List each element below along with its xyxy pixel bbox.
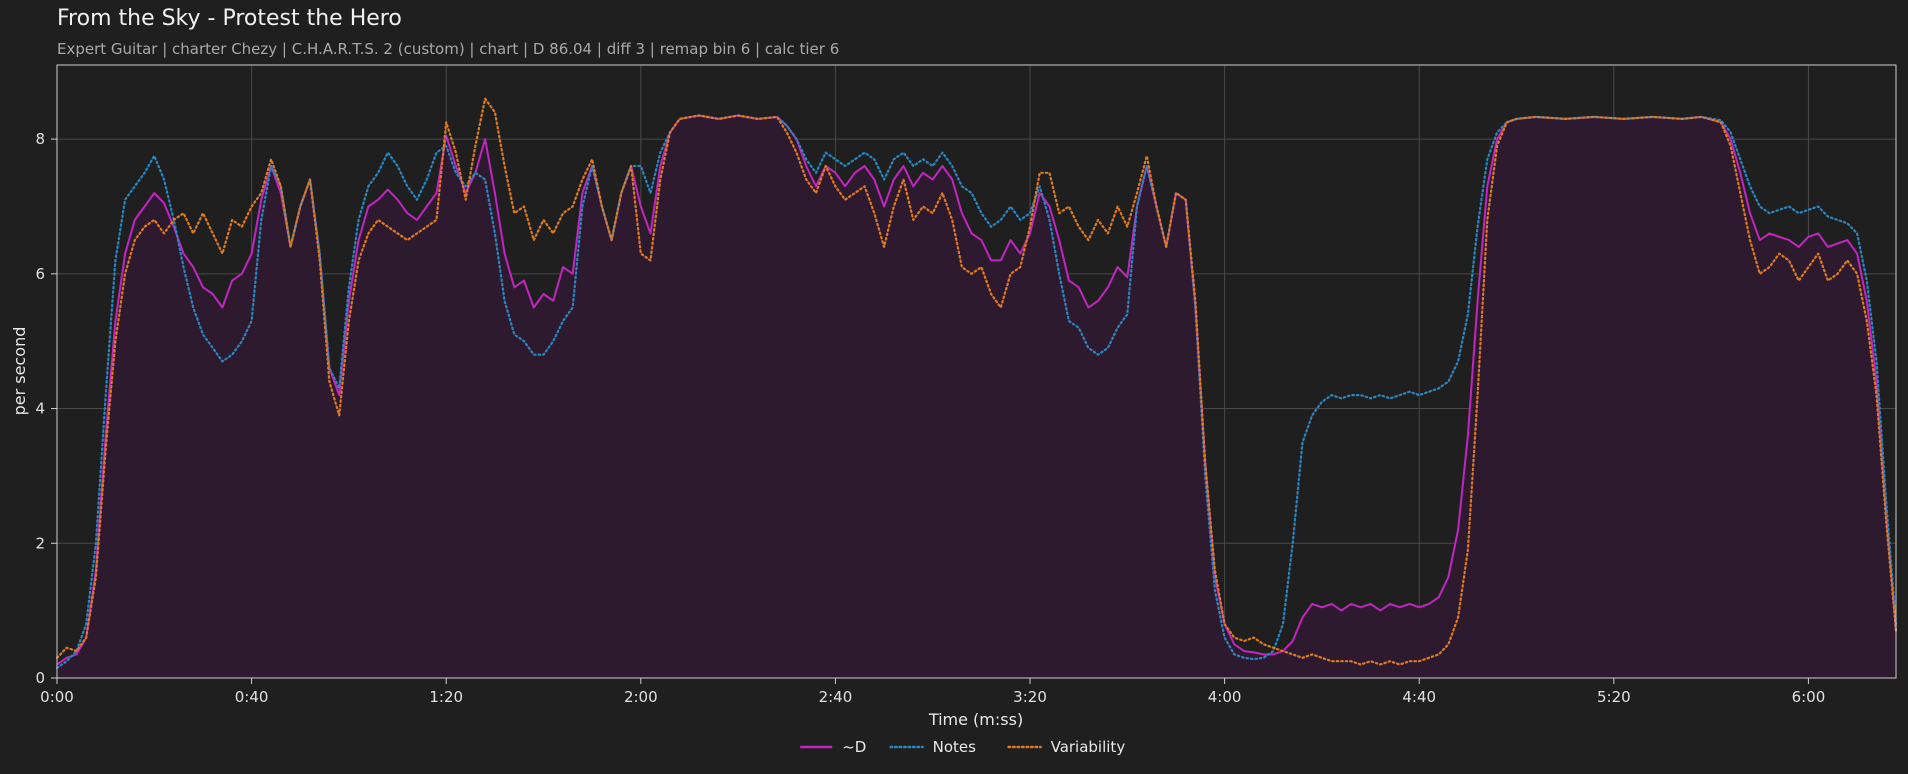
y-axis-label: per second	[10, 327, 29, 416]
x-tick-label: 2:40	[819, 688, 853, 706]
x-tick-label: 6:00	[1792, 688, 1826, 706]
y-tick-label: 8	[35, 130, 45, 148]
x-tick-label: 0:40	[235, 688, 269, 706]
y-tick-label: 4	[35, 400, 45, 418]
y-tick-label: 0	[35, 669, 45, 687]
x-axis-ticks: 0:00 0:40 1:20 2:00 2:40 3:20 4:00 4:40 5:20 6:00	[40, 678, 1825, 706]
x-axis-label: Time (m:ss)	[928, 710, 1023, 729]
x-tick-label: 0:00	[40, 688, 74, 706]
legend-label: ~D	[842, 738, 866, 756]
y-tick-label: 2	[35, 534, 45, 552]
y-axis-ticks: 0 2 4 6 8	[35, 130, 57, 687]
x-tick-label: 3:20	[1013, 688, 1047, 706]
x-tick-label: 4:00	[1208, 688, 1242, 706]
legend-label: Variability	[1051, 738, 1126, 756]
y-tick-label: 6	[35, 265, 45, 283]
legend-label: Notes	[933, 738, 977, 756]
x-tick-label: 4:40	[1402, 688, 1436, 706]
legend: ~D Notes Variability	[800, 738, 1125, 756]
chart-svg: 0:00 0:40 1:20 2:00 2:40 3:20 4:00 4:40 5:20 6:00…	[10, 64, 1898, 756]
x-tick-label: 1:20	[429, 688, 463, 706]
x-tick-label: 5:20	[1597, 688, 1631, 706]
x-tick-label: 2:00	[624, 688, 658, 706]
